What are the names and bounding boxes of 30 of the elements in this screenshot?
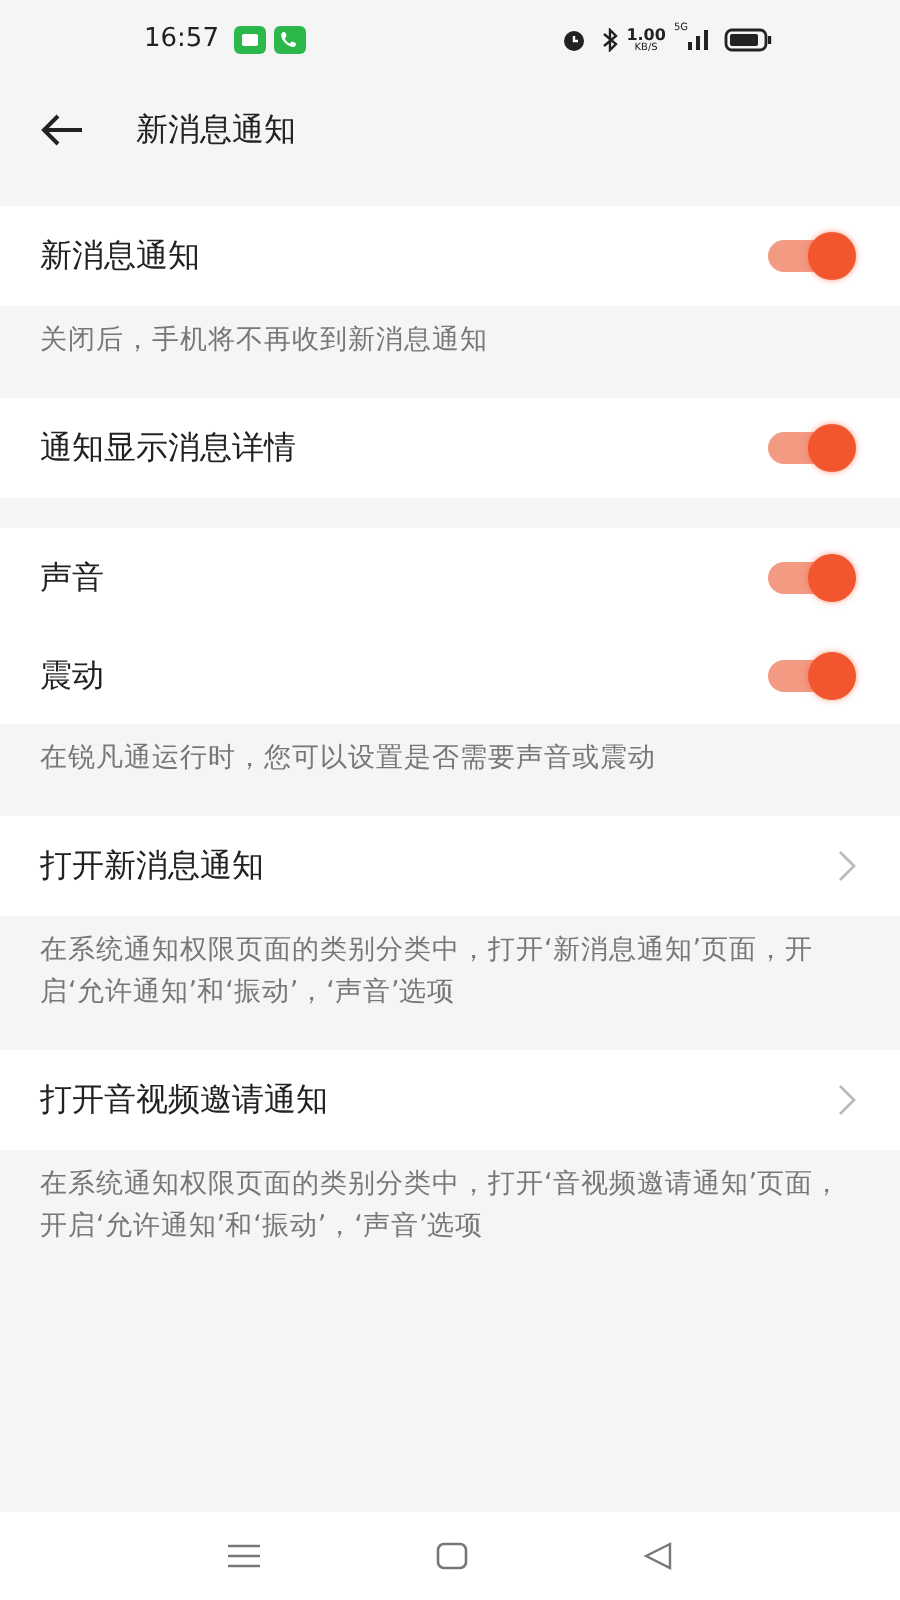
message-app-icon [234,26,267,54]
toggle-switch[interactable] [764,553,856,602]
setting-label: 新消息通知 [40,234,200,278]
toggle-switch[interactable] [764,423,856,472]
home-icon[interactable] [436,1542,468,1570]
chevron-right-icon [838,849,856,882]
setting-description: 在系统通知权限页面的类别分类中，打开‘新消息通知’页面，开启‘允许通知’和‘振动’，‘声音’选项 [38,931,816,1012]
settings-link-row[interactable]: 打开新消息通知 [0,815,900,916]
setting-label: 声音 [40,555,104,600]
bluetooth-icon [602,28,619,52]
signal-icon [688,30,708,50]
setting-label: 打开音视频邀请通知 [40,1077,328,1122]
menu-icon[interactable] [228,1544,260,1568]
network-speed: 1.00 [626,27,666,43]
back-icon[interactable] [40,114,84,146]
clock: 16:57 [144,22,219,59]
toggle-switch[interactable] [764,651,856,700]
battery-icon [724,28,772,52]
setting-description: 关闭后，手机将不再收到新消息通知 [38,322,490,360]
setting-label: 打开新消息通知 [40,843,264,888]
phone-app-icon [274,26,307,54]
setting-description: 在系统通知权限页面的类别分类中，打开‘音视频邀请通知’页面，开启‘允许通知’和‘振动’，‘声音’选项 [38,1165,844,1246]
setting-label: 震动 [40,653,104,698]
alarm-icon [562,28,587,52]
settings-link-row[interactable]: 打开音视频邀请通知 [0,1049,900,1150]
setting-label: 通知显示消息详情 [40,425,296,470]
setting-description: 在锐凡通运行时，您可以设置是否需要声音或震动 [38,739,658,778]
toggle-switch[interactable] [764,232,856,280]
page-title: 新消息通知 [136,108,296,152]
chevron-right-icon [838,1083,856,1116]
